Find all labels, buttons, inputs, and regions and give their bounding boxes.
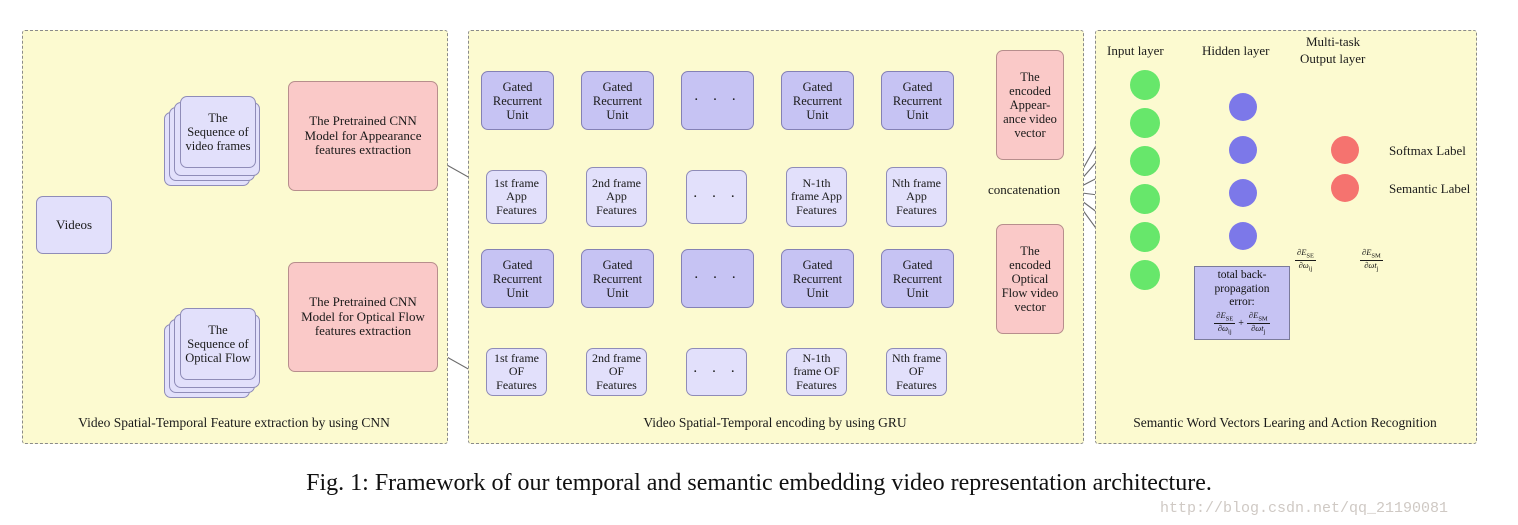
- total-backpropagation-error-box: total back- propagation error: ∂ESE ∂ωij…: [1194, 266, 1290, 340]
- output-node-semantic: [1331, 174, 1359, 202]
- softmax-label: Softmax Label: [1389, 143, 1466, 158]
- videos-box: Videos: [36, 196, 112, 254]
- output-node-softmax: [1331, 136, 1359, 164]
- gru-unit-of-n: Gated Recurrent Unit: [881, 249, 954, 308]
- output-layer-label-line1: Multi-task: [1306, 34, 1361, 49]
- app-features-n: Nth frame App Features: [886, 167, 947, 227]
- concatenation-label: concatenation: [988, 182, 1061, 197]
- hidden-node-2: [1229, 136, 1257, 164]
- input-node-6: [1130, 260, 1160, 290]
- sequence-of-optical-flow-box: The Sequence of Optical Flow: [180, 308, 256, 380]
- gru-unit-app-ellipsis: · · ·: [681, 71, 754, 130]
- app-features-n-minus-1: N-1th frame App Features: [786, 167, 847, 227]
- hidden-node-3: [1229, 179, 1257, 207]
- hidden-layer-label: Hidden layer: [1202, 43, 1270, 58]
- backprop-line-3: error:: [1229, 296, 1255, 309]
- figure-caption: Fig. 1: Framework of our temporal and se…: [306, 470, 1212, 496]
- app-features-1: 1st frame App Features: [486, 170, 547, 224]
- hidden-node-4: [1229, 222, 1257, 250]
- pretrained-cnn-optical-flow-box: The Pretrained CNN Model for Optical Flo…: [288, 262, 438, 372]
- backprop-plus-sign: +: [1238, 317, 1244, 329]
- encoded-optical-flow-vector-box: The encoded Optical Flow video vector: [996, 224, 1064, 334]
- gru-unit-app-2: Gated Recurrent Unit: [581, 71, 654, 130]
- sequence-of-video-frames-box: The Sequence of video frames: [180, 96, 256, 168]
- gru-unit-app-1: Gated Recurrent Unit: [481, 71, 554, 130]
- input-node-2: [1130, 108, 1160, 138]
- gru-unit-of-2: Gated Recurrent Unit: [581, 249, 654, 308]
- gru-unit-app-n: Gated Recurrent Unit: [881, 71, 954, 130]
- of-features-2: 2nd frame OF Features: [586, 348, 647, 396]
- of-features-n-minus-1: N-1th frame OF Features: [786, 348, 847, 396]
- panel-gru-caption: Video Spatial-Temporal encoding by using…: [643, 415, 907, 430]
- gru-unit-of-ellipsis: · · ·: [681, 249, 754, 308]
- app-features-2: 2nd frame App Features: [586, 167, 647, 227]
- panel-nn-caption: Semantic Word Vectors Learing and Action…: [1133, 415, 1437, 430]
- app-features-ellipsis: · · ·: [686, 170, 747, 224]
- input-node-3: [1130, 146, 1160, 176]
- of-features-n: Nth frame OF Features: [886, 348, 947, 396]
- input-node-4: [1130, 184, 1160, 214]
- backprop-formula: ∂ESE ∂ωij + ∂ESM ∂ωtj: [1214, 310, 1270, 337]
- of-features-ellipsis: · · ·: [686, 348, 747, 396]
- gradient-semantic-annotation: ∂ESM ∂ωtj: [1360, 247, 1383, 273]
- of-features-1: 1st frame OF Features: [486, 348, 547, 396]
- input-node-1: [1130, 70, 1160, 100]
- encoded-appearance-vector-box: The encoded Appear- ance video vector: [996, 50, 1064, 160]
- panel-cnn-caption: Video Spatial-Temporal Feature extractio…: [78, 415, 390, 430]
- gru-unit-app-n-minus-1: Gated Recurrent Unit: [781, 71, 854, 130]
- backprop-line-1: total back-: [1217, 269, 1267, 282]
- backprop-line-2: propagation: [1214, 282, 1270, 295]
- gru-unit-of-1: Gated Recurrent Unit: [481, 249, 554, 308]
- output-layer-label-line2: Output layer: [1300, 51, 1366, 66]
- semantic-label: Semantic Label: [1389, 181, 1471, 196]
- gru-unit-of-n-minus-1: Gated Recurrent Unit: [781, 249, 854, 308]
- gradient-softmax-annotation: ∂ESE ∂ωij: [1295, 247, 1316, 273]
- pretrained-cnn-appearance-box: The Pretrained CNN Model for Appearance …: [288, 81, 438, 191]
- input-node-5: [1130, 222, 1160, 252]
- hidden-node-1: [1229, 93, 1257, 121]
- panel-gru-encoding: [468, 30, 1084, 444]
- input-layer-label: Input layer: [1107, 43, 1164, 58]
- watermark: http://blog.csdn.net/qq_21190081: [1160, 500, 1449, 517]
